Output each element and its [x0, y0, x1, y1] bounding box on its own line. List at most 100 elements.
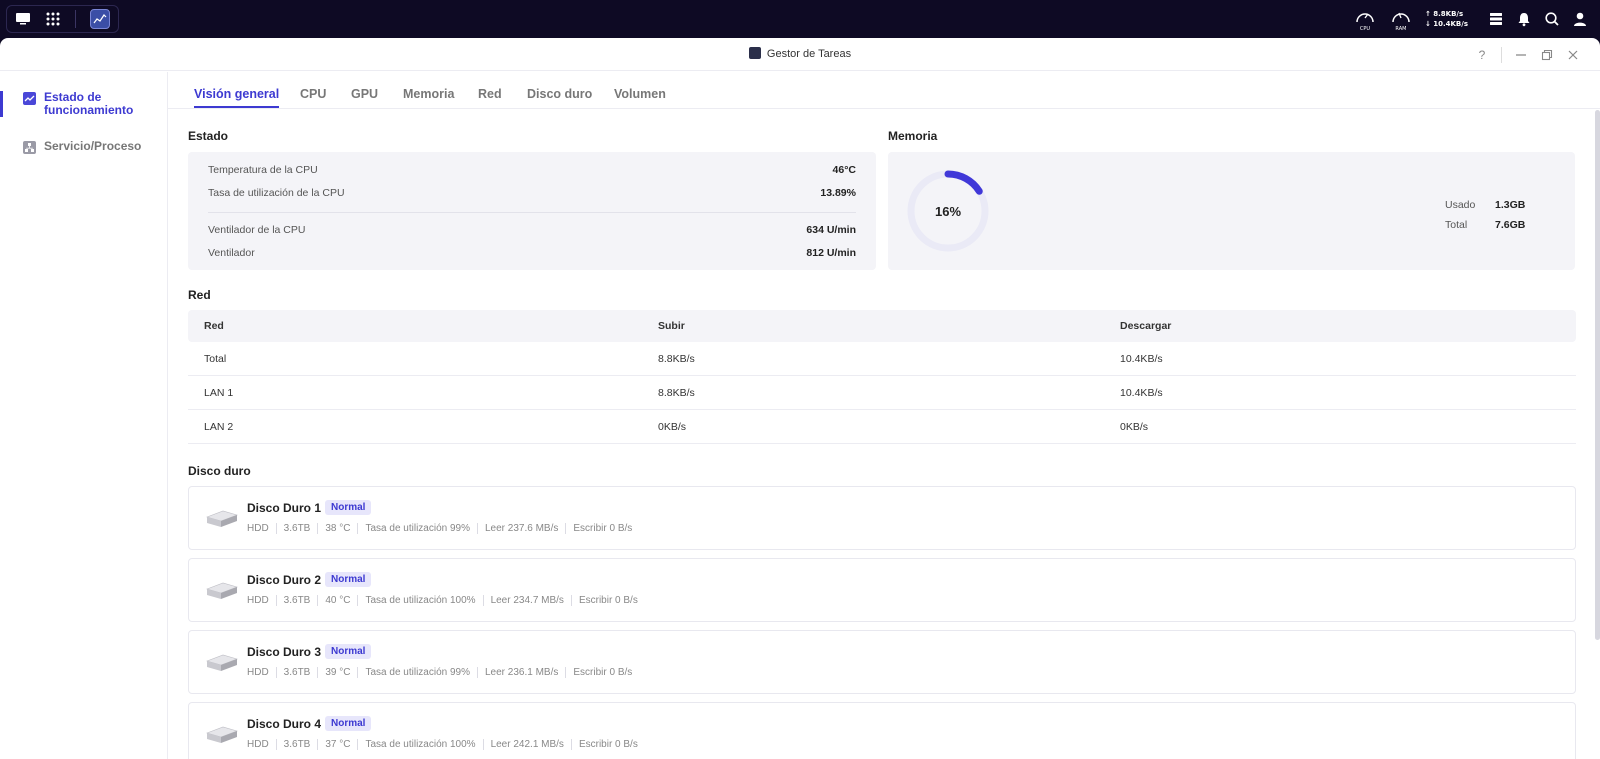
- network-table: Red Subir Descargar Total 8.8KB/s 10.4KB…: [188, 310, 1576, 444]
- disk-card-1[interactable]: Disco Duro 1 Normal HDD 3.6TB 38 °C Tasa…: [188, 486, 1576, 550]
- task-manager-taskbar-icon[interactable]: [90, 9, 110, 29]
- status-badge: Normal: [325, 572, 372, 587]
- sidebar-item-label: Estado de funcionamiento: [44, 90, 134, 117]
- upload-cell: 8.8KB/s: [658, 386, 695, 399]
- main-content: Visión general CPU GPU Memoria Red Disco…: [168, 72, 1600, 759]
- bell-icon[interactable]: [1516, 11, 1532, 27]
- disk-size: 3.6TB: [275, 667, 318, 678]
- disk-size: 3.6TB: [275, 595, 318, 606]
- ram-gauge-label: RAM: [1395, 26, 1407, 32]
- disk-name: Disco Duro 4: [247, 717, 322, 731]
- fan-row: Ventilador 812 U/min: [208, 247, 856, 259]
- net-upload-speed: ↑ 8.8KB/s: [1424, 10, 1464, 18]
- memoria-card: 16% Usado 1.3GB Total 7.6GB: [888, 152, 1575, 270]
- minimize-button[interactable]: [1508, 46, 1534, 64]
- memory-percent-label: 16%: [934, 203, 962, 219]
- task-manager-app-icon: [748, 47, 761, 59]
- disk-read: Leer 234.7 MB/s: [482, 595, 571, 606]
- download-cell: 0KB/s: [1120, 420, 1149, 433]
- system-taskbar: CPU RAM ↑ 8.8KB/s ↓ 10.4KB/s: [0, 0, 1600, 38]
- network-name-cell: Total: [204, 352, 227, 365]
- column-header-subir: Subir: [658, 320, 685, 332]
- restore-icon: [1541, 49, 1553, 61]
- disk-meta: HDD 3.6TB 38 °C Tasa de utilización 99% …: [247, 523, 639, 534]
- hard-drive-icon: [206, 582, 238, 599]
- download-cell: 10.4KB/s: [1120, 352, 1163, 365]
- close-button[interactable]: [1560, 46, 1586, 64]
- restore-button[interactable]: [1534, 46, 1560, 64]
- column-header-descargar: Descargar: [1120, 320, 1172, 332]
- table-row: Total 8.8KB/s 10.4KB/s: [188, 342, 1576, 376]
- search-icon[interactable]: [1544, 11, 1560, 27]
- taskbar-app-group: [6, 5, 119, 33]
- tab-vision-general[interactable]: Visión general: [194, 87, 280, 108]
- disk-type: HDD: [247, 667, 269, 678]
- network-speed-widget[interactable]: ↑ 8.8KB/s ↓ 10.4KB/s: [1425, 9, 1468, 29]
- status-badge: Normal: [325, 716, 372, 731]
- kv-label: Ventilador de la CPU: [208, 224, 306, 236]
- estado-section-title: Estado: [188, 129, 229, 143]
- help-button[interactable]: ?: [1469, 46, 1495, 64]
- taskbar-divider: [75, 10, 76, 28]
- window-title-text: Gestor de Tareas: [766, 48, 852, 60]
- memory-used-value: 1.3GB: [1495, 199, 1526, 211]
- network-name-cell: LAN 2: [204, 420, 234, 433]
- memory-used-row: Usado 1.3GB: [1445, 199, 1525, 211]
- disk-util: Tasa de utilización 99%: [357, 523, 477, 534]
- window-controls-divider: [1501, 47, 1502, 63]
- disk-card-4[interactable]: Disco Duro 4 Normal HDD 3.6TB 37 °C Tasa…: [188, 702, 1576, 759]
- minimize-icon: [1516, 54, 1526, 56]
- tab-disco-duro[interactable]: Disco duro: [527, 87, 592, 101]
- estado-card: Temperatura de la CPU 46°C Tasa de utili…: [188, 152, 876, 270]
- app-grid-icon[interactable]: [45, 11, 61, 27]
- disk-util: Tasa de utilización 100%: [357, 739, 482, 750]
- tab-gpu[interactable]: GPU: [351, 87, 378, 101]
- upload-cell: 0KB/s: [658, 420, 687, 433]
- desktop-icon[interactable]: [15, 11, 31, 27]
- disk-write: Escribir 0 B/s: [565, 523, 639, 534]
- disk-temp: 40 °C: [317, 595, 357, 606]
- disk-read: Leer 237.6 MB/s: [477, 523, 565, 534]
- disk-meta: HDD 3.6TB 40 °C Tasa de utilización 100%…: [247, 595, 645, 606]
- tab-red[interactable]: Red: [478, 87, 502, 101]
- ram-gauge-icon[interactable]: RAM: [1389, 6, 1413, 32]
- memory-total-value: 7.6GB: [1495, 219, 1526, 231]
- disk-type: HDD: [247, 739, 269, 750]
- table-row: LAN 1 8.8KB/s 10.4KB/s: [188, 376, 1576, 410]
- memory-used-label: Usado: [1445, 199, 1476, 211]
- hard-drive-icon: [206, 726, 238, 743]
- task-manager-window: Gestor de Tareas ? Estado de funcionamie…: [0, 38, 1600, 759]
- sidebar-item-estado[interactable]: Estado de funcionamiento: [0, 91, 167, 117]
- memoria-section-title: Memoria: [888, 129, 938, 143]
- window-controls: ?: [1469, 46, 1586, 64]
- disk-card-2[interactable]: Disco Duro 2 Normal HDD 3.6TB 40 °C Tasa…: [188, 558, 1576, 622]
- tab-volumen[interactable]: Volumen: [614, 87, 666, 101]
- server-stack-icon[interactable]: [1488, 11, 1504, 27]
- disk-meta: HDD 3.6TB 37 °C Tasa de utilización 100%…: [247, 739, 645, 750]
- cpu-gauge-icon[interactable]: CPU: [1353, 6, 1377, 32]
- tab-bar: Visión general CPU GPU Memoria Red Disco…: [168, 72, 1600, 109]
- kv-value: 46°C: [832, 164, 856, 176]
- sidebar-item-servicio[interactable]: Servicio/Proceso: [0, 140, 167, 154]
- kv-value: 634 U/min: [806, 224, 856, 236]
- memory-total-row: Total 7.6GB: [1445, 219, 1525, 231]
- user-icon[interactable]: [1572, 11, 1588, 27]
- process-tree-icon: [23, 141, 36, 154]
- kv-value: 13.89%: [820, 187, 856, 199]
- disk-read: Leer 236.1 MB/s: [477, 667, 565, 678]
- upload-cell: 8.8KB/s: [658, 352, 695, 365]
- activity-chart-icon: [23, 92, 36, 105]
- disk-read: Leer 242.1 MB/s: [482, 739, 571, 750]
- network-name-cell: LAN 1: [204, 386, 234, 399]
- main-scrollbar[interactable]: [1595, 110, 1600, 640]
- disk-card-3[interactable]: Disco Duro 3 Normal HDD 3.6TB 39 °C Tasa…: [188, 630, 1576, 694]
- tab-memoria[interactable]: Memoria: [403, 87, 454, 101]
- window-title: Gestor de Tareas: [0, 47, 1600, 60]
- disk-type: HDD: [247, 523, 269, 534]
- disco-section-title: Disco duro: [188, 464, 251, 478]
- red-section-title: Red: [188, 288, 211, 302]
- disk-name: Disco Duro 3: [247, 645, 322, 659]
- tab-cpu[interactable]: CPU: [300, 87, 326, 101]
- window-titlebar[interactable]: Gestor de Tareas ?: [0, 38, 1600, 71]
- disk-size: 3.6TB: [275, 739, 318, 750]
